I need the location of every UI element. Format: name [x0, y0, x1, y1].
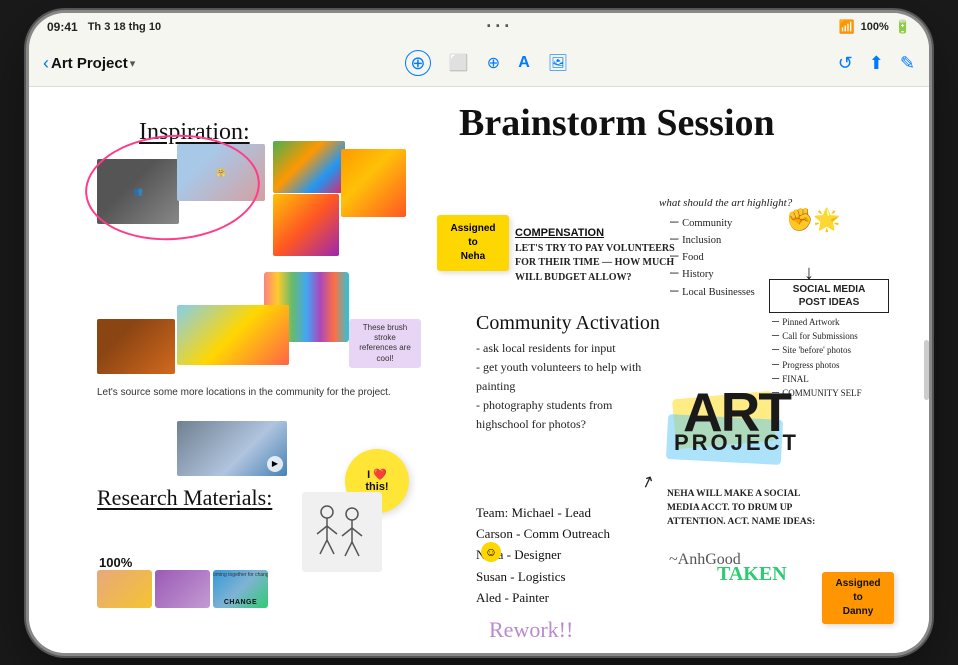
- ipad-device: 09:41 Th 3 18 thg 10 ··· 📶 100% 🔋 ‹ Art …: [29, 13, 929, 653]
- thumbnail-row: CHANGE Coming together for change: [97, 570, 268, 608]
- source-note: Let's source some more locations in the …: [97, 385, 391, 400]
- bottom-scribble: Rework!!: [489, 617, 573, 643]
- doc-title: Art Project: [51, 55, 128, 72]
- pencil-tool-icon[interactable]: ⊕: [405, 50, 431, 76]
- canvas-area: Brainstorm Session Inspiration: 👥 🤗 Thes…: [29, 87, 929, 653]
- battery-display: 100%: [861, 21, 889, 33]
- battery-icon: 🔋: [895, 19, 911, 35]
- swatch-note: These brush stroke references are cool!: [349, 319, 421, 369]
- thumb-2[interactable]: [155, 570, 210, 608]
- inspiration-title: Inspiration:: [139, 119, 250, 146]
- change-subtitle: Coming together for change: [213, 572, 268, 578]
- play-icon[interactable]: ▶: [267, 456, 283, 472]
- art-highlight-question: what should the art highlight?: [659, 197, 792, 209]
- photo-people-1: 👥: [97, 159, 179, 224]
- community-activation-block: Community Activation - ask local residen…: [476, 312, 661, 435]
- sticky-danny[interactable]: Assigned toDanny: [822, 572, 894, 624]
- undo-icon[interactable]: ↺: [838, 53, 853, 74]
- research-title: Research Materials:: [97, 485, 272, 511]
- percent-badge: 100%: [99, 555, 132, 570]
- edit-icon[interactable]: ✎: [900, 53, 915, 74]
- status-center: ···: [486, 16, 513, 37]
- photo-art-1: [341, 149, 406, 217]
- insert-icon[interactable]: ⊕: [487, 53, 500, 73]
- image-insert-icon[interactable]: 🖼: [548, 53, 568, 73]
- change-label: CHANGE: [224, 599, 257, 606]
- social-media-header: SOCIAL MEDIAPOST IDEAS: [769, 279, 889, 313]
- toolbar-center: ⊕ ⬜ ⊕ A 🖼: [405, 50, 568, 76]
- team-block: Team: Michael - Lead Carson - Comm Outre…: [476, 502, 656, 609]
- community-sketch-svg: [302, 492, 382, 572]
- toolbar-left: ‹ Art Project ▾: [43, 53, 135, 74]
- text-format-icon[interactable]: A: [518, 54, 530, 72]
- back-button[interactable]: ‹ Art Project ▾: [43, 53, 135, 74]
- community-sketch: [302, 492, 382, 572]
- share-icon[interactable]: ⬆: [869, 53, 884, 74]
- date-display: Th 3 18 thg 10: [88, 21, 161, 33]
- wifi-icon: 📶: [838, 19, 854, 35]
- art-project-stamp: ART PROJECT: [674, 385, 799, 454]
- back-chevron-icon: ‹: [43, 53, 49, 74]
- status-bar: 09:41 Th 3 18 thg 10 ··· 📶 100% 🔋: [29, 13, 929, 41]
- toolbar: ‹ Art Project ▾ ⊕ ⬜ ⊕ A 🖼 ↺ ⬆ ✎: [29, 41, 929, 87]
- arrow-right-1: ↗: [638, 470, 657, 493]
- text-box-icon[interactable]: ⬜: [449, 53, 469, 73]
- brainstorm-title: Brainstorm Session: [459, 101, 775, 145]
- art-highlight-list: ー Community ー Inclusion ー Food ー History…: [669, 215, 755, 302]
- thumb-3[interactable]: CHANGE Coming together for change: [213, 570, 268, 608]
- smiley-icon: ☺: [481, 542, 501, 562]
- project-word: PROJECT: [674, 432, 799, 454]
- status-right: 📶 100% 🔋: [838, 19, 911, 35]
- photo-mural-2: [273, 194, 339, 256]
- photo-people-2: 🤗: [177, 144, 265, 201]
- neha-note: NEHA WILL MAKE A SOCIAL MEDIA ACCT. TO D…: [667, 487, 817, 530]
- home-indicator[interactable]: [924, 340, 929, 400]
- thumb-1[interactable]: [97, 570, 152, 608]
- chevron-down-icon: ▾: [130, 57, 136, 70]
- photo-street: ▶: [177, 421, 287, 476]
- taken-label: TAKEN: [717, 563, 787, 586]
- photo-mural-1: [273, 141, 345, 193]
- status-left: 09:41 Th 3 18 thg 10: [47, 20, 161, 34]
- toolbar-right: ↺ ⬆ ✎: [838, 53, 915, 74]
- time-display: 09:41: [47, 20, 78, 34]
- fist-emoji: ✊🌟: [786, 207, 841, 233]
- photo-nature: [97, 319, 175, 374]
- photo-abstract: [177, 305, 289, 365]
- sticky-neha[interactable]: Assigned toNeha: [437, 215, 509, 271]
- compensation-block: COMPENSATION LET'S TRY TO PAY VOLUNTEERS…: [515, 227, 685, 286]
